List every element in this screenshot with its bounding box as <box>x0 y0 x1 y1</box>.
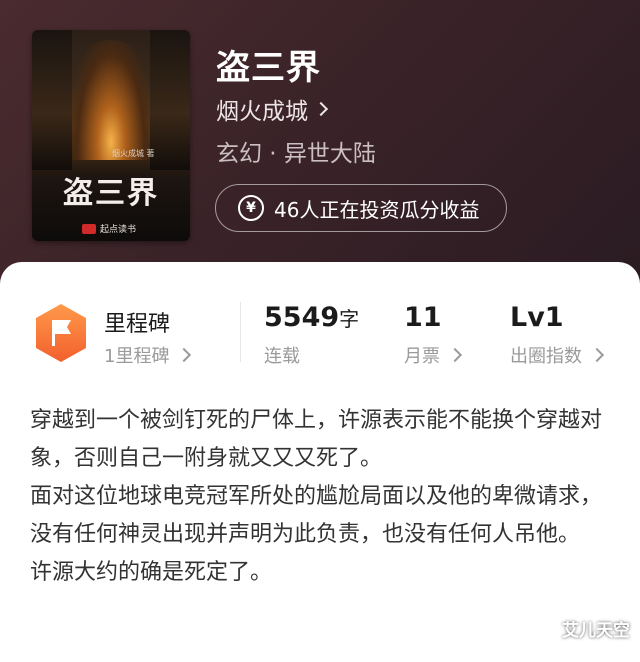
invest-button[interactable]: ¥ 46人正在投资瓜分收益 <box>215 184 507 232</box>
cover-arch <box>72 40 150 160</box>
book-cover[interactable]: 烟火成城 著 盗三界 起点读书 <box>32 30 190 241</box>
milestone-title: 里程碑 <box>104 312 171 337</box>
popularity-index-label: 出圈指数 <box>510 346 582 367</box>
description-paragraph: 许源大约的确是死定了。 <box>30 560 273 585</box>
book-description[interactable]: 穿越到一个被剑钉死的尸体上，许源表示能不能换个穿越对象，否则自己一附身就又又又死… <box>30 402 612 592</box>
chevron-right-icon <box>313 101 329 117</box>
word-count-label: 连载 <box>264 346 300 367</box>
word-count: 5549字 <box>264 302 359 333</box>
watermark: 艾儿天空 <box>562 621 630 641</box>
info-card: 里程碑 1里程碑 5549字 连载 11 月票 Lv1 出圈指数 穿越到一个被剑… <box>0 262 640 662</box>
stats-divider <box>240 302 241 362</box>
popularity-level-value: Lv1 <box>510 302 564 333</box>
book-header: 烟火成城 著 盗三界 起点读书 盗三界 烟火成城 玄幻 · 异世大陆 ¥ 46人… <box>0 0 640 290</box>
cover-pillar-right <box>150 30 190 170</box>
description-paragraph: 面对这位地球电竞冠军所处的尴尬局面以及他的卑微请求，没有任何神灵出现并声明为此负… <box>30 484 603 547</box>
monthly-tickets-link[interactable]: 月票 <box>404 342 463 368</box>
milestone-link[interactable]: 1里程碑 <box>104 342 192 368</box>
publisher-logo-icon <box>82 223 96 234</box>
cover-title: 盗三界 <box>63 176 159 211</box>
publisher-name: 起点读书 <box>100 225 137 235</box>
popularity-index-link[interactable]: 出圈指数 <box>510 342 605 368</box>
author-link[interactable]: 烟火成城 <box>216 92 329 126</box>
chevron-right-icon <box>447 347 463 363</box>
cover-pillar-left <box>32 30 72 170</box>
milestone-flag-icon[interactable] <box>32 302 90 364</box>
description-paragraph: 穿越到一个被剑钉死的尸体上，许源表示能不能换个穿越对象，否则自己一附身就又又又死… <box>30 408 603 471</box>
monthly-tickets-label: 月票 <box>404 346 440 367</box>
yen-icon: ¥ <box>238 195 264 221</box>
author-name: 烟火成城 <box>216 99 308 125</box>
cover-publisher: 起点读书 <box>82 222 136 235</box>
genre-label: 玄幻 · 异世大陆 <box>216 141 376 167</box>
chevron-right-icon <box>177 347 192 363</box>
book-title: 盗三界 <box>216 48 321 88</box>
milestone-count: 1里程碑 <box>104 346 170 367</box>
monthly-tickets-value: 11 <box>404 302 442 333</box>
word-count-value: 5549 <box>264 302 340 333</box>
chevron-right-icon <box>589 347 605 363</box>
invest-text: 46人正在投资瓜分收益 <box>274 197 480 222</box>
cover-author: 烟火成城 著 <box>112 149 155 158</box>
word-count-unit: 字 <box>339 307 360 331</box>
